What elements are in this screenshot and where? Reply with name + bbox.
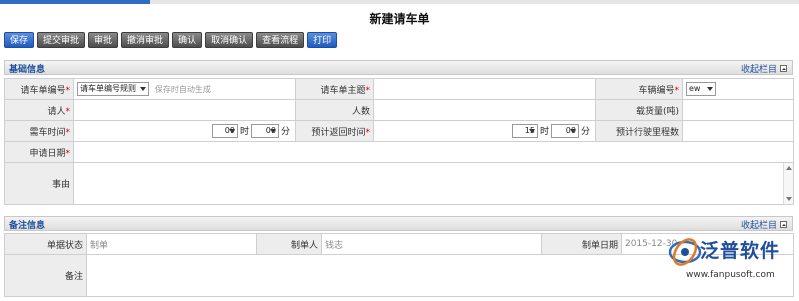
remark-label: 备注: [4, 254, 87, 297]
return-time-cell: 15 时 00 分: [373, 120, 596, 142]
chevron-down-icon: [269, 129, 276, 134]
use-hour-select[interactable]: 09: [211, 124, 238, 139]
subject-input[interactable]: [373, 78, 596, 100]
logo-brand: 泛普软件: [700, 240, 781, 262]
mileage-label: 预计行驶里程数: [595, 120, 683, 142]
order-no-rule-select[interactable]: 请车单编号规则: [77, 82, 149, 96]
applicant-input[interactable]: [73, 99, 296, 121]
min-unit: 分: [280, 126, 290, 137]
vehicle-no-label: 车辆编号*: [595, 78, 683, 100]
scroll-up-icon: [786, 166, 792, 170]
headcount-label: 人数: [295, 99, 374, 121]
basic-info-header: 基础信息 收起栏目: [4, 60, 793, 75]
order-no-rule-value: 请车单编号规则: [80, 84, 136, 93]
vehicle-no-cell: ew: [682, 78, 794, 100]
basic-info-collapse-button[interactable]: 收起栏目: [741, 62, 787, 75]
view-flow-button[interactable]: 查看流程: [256, 32, 305, 48]
load-input[interactable]: [682, 99, 794, 121]
mileage-input[interactable]: [682, 120, 794, 142]
form-row: 申请日期*: [4, 141, 794, 163]
status-label: 单据状态: [4, 233, 87, 255]
collapse-up-icon: [780, 221, 787, 228]
reason-textarea[interactable]: [73, 162, 794, 205]
chevron-down-icon: [140, 87, 146, 91]
creator-label: 制单人: [256, 233, 322, 255]
apply-date-input[interactable]: [73, 141, 794, 163]
approve-button[interactable]: 审批: [88, 32, 119, 48]
reason-label: 事由: [4, 162, 74, 205]
notes-info-collapse-label: 收起栏目: [740, 221, 777, 231]
top-progress-accent: [0, 0, 150, 4]
subject-label: 请车单主题*: [295, 78, 374, 100]
toolbar: 保存 提交审批 审批 撤消审批 确认 取消确认 查看流程 打印: [4, 32, 338, 49]
cancel-confirm-button[interactable]: 取消确认: [205, 32, 254, 48]
use-time-cell: 09 时 00 分: [73, 120, 296, 142]
creator-value: 钱志: [321, 233, 542, 255]
fanpu-logo: 泛普软件 www.fanpusoft.com: [666, 232, 796, 298]
scroll-down-icon: [786, 197, 792, 201]
status-value: 制单: [86, 233, 257, 255]
basic-info-form: 请车单编号* 请车单编号规则 保存时自动生成 请车单主题* 车辆编号* ew 请…: [4, 78, 794, 205]
create-date-label: 制单日期: [541, 233, 622, 255]
load-label: 载货量(吨): [595, 99, 683, 121]
basic-info-title: 基础信息: [9, 65, 46, 75]
order-no-hint: 保存时自动生成: [154, 84, 211, 94]
return-hour-select[interactable]: 15: [511, 124, 538, 139]
logo-url: www.fanpusoft.com: [686, 270, 775, 280]
chevron-down-icon: [528, 129, 535, 134]
vehicle-no-value: ew: [689, 84, 701, 93]
reason-scrollbar[interactable]: [783, 163, 793, 204]
notes-info-header: 备注信息 收起栏目: [4, 216, 793, 231]
applicant-label: 请人*: [4, 99, 74, 121]
chevron-down-icon: [707, 87, 713, 91]
chevron-down-icon: [228, 129, 235, 134]
chevron-down-icon: [569, 129, 576, 134]
form-row: 请人* 人数 载货量(吨): [4, 99, 794, 121]
hour-unit: 时: [539, 126, 549, 137]
headcount-input[interactable]: [373, 99, 596, 121]
confirm-button[interactable]: 确认: [172, 32, 203, 48]
cancel-approval-button[interactable]: 撤消审批: [121, 32, 170, 48]
notes-info-title: 备注信息: [9, 221, 46, 231]
hour-unit: 时: [239, 126, 249, 137]
min-unit: 分: [580, 126, 590, 137]
collapse-up-icon: [780, 65, 787, 72]
top-progress-bar: [0, 0, 799, 4]
vehicle-no-select[interactable]: ew: [686, 82, 716, 96]
form-row: 需车时间* 09 时 00 分 预计返回时间* 15 时 00 分 预计行驶里程数: [4, 120, 794, 142]
order-no-cell: 请车单编号规则 保存时自动生成: [73, 78, 296, 100]
notes-info-collapse-button[interactable]: 收起栏目: [741, 218, 787, 231]
print-button[interactable]: 打印: [307, 32, 338, 48]
save-button[interactable]: 保存: [4, 32, 35, 48]
return-min-select[interactable]: 00: [550, 124, 579, 139]
form-row: 事由: [4, 162, 794, 205]
return-time-label: 预计返回时间*: [295, 120, 374, 142]
page-title: 新建请车单: [369, 12, 430, 26]
apply-date-label: 申请日期*: [4, 141, 74, 163]
form-row: 请车单编号* 请车单编号规则 保存时自动生成 请车单主题* 车辆编号* ew: [4, 78, 794, 100]
submit-approval-button[interactable]: 提交审批: [37, 32, 86, 48]
use-min-select[interactable]: 00: [250, 124, 279, 139]
basic-info-collapse-label: 收起栏目: [740, 65, 777, 75]
fanpu-logo-icon: [668, 238, 702, 266]
use-time-label: 需车时间*: [4, 120, 74, 142]
order-no-label: 请车单编号*: [4, 78, 74, 100]
